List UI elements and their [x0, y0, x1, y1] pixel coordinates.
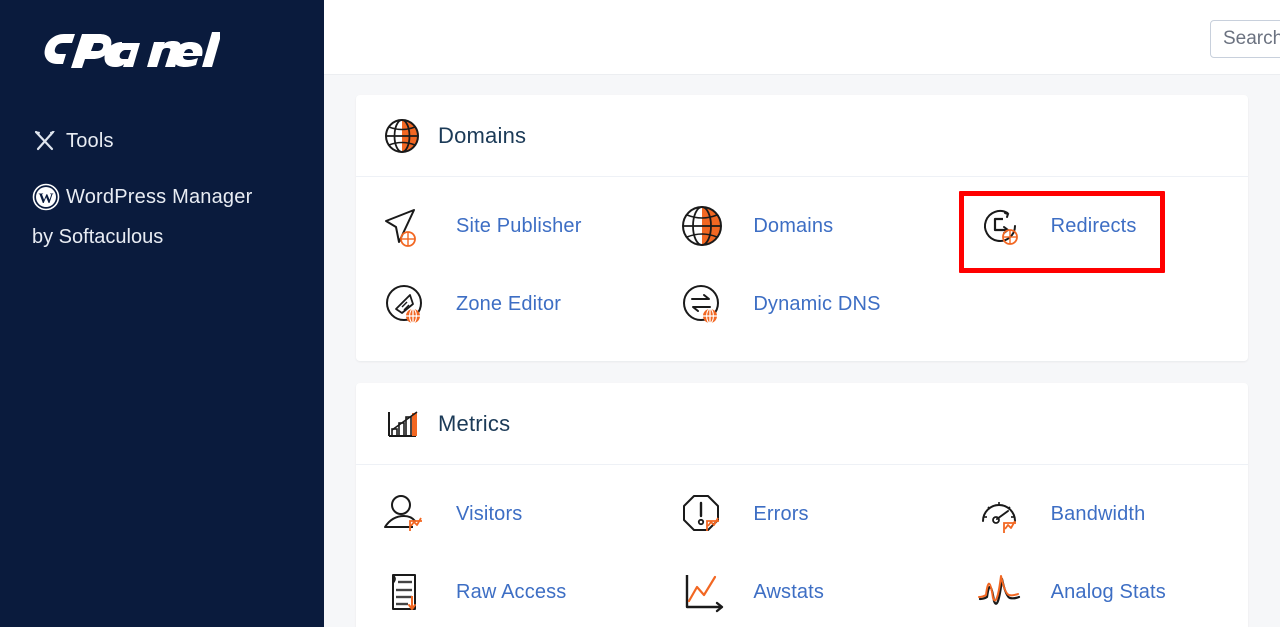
line-graph-icon: [677, 567, 753, 617]
wordpress-icon: W: [32, 183, 66, 211]
feature-raw-access[interactable]: Raw Access: [356, 553, 653, 627]
sidebar-item-sublabel-softaculous: by Softaculous: [32, 226, 164, 248]
topbar: [324, 0, 1280, 75]
gauge-chart-icon: [975, 489, 1051, 539]
sidebar-item-wordpress-manager[interactable]: W WordPress Manager: [0, 176, 324, 218]
waveform-icon: [975, 567, 1051, 617]
cpanel-logo[interactable]: [0, 0, 324, 96]
feature-visitors[interactable]: Visitors: [356, 475, 653, 553]
feature-domains[interactable]: Domains: [653, 187, 950, 265]
sidebar-item-label-wordpress: WordPress Manager: [66, 186, 253, 208]
panels-container: Domains Site Publisher Domains Redirects…: [324, 75, 1280, 627]
sidebar-item-label-tools: Tools: [66, 130, 114, 152]
sidebar-nav: Tools W WordPress Manager by Softaculous: [0, 96, 324, 252]
globe-globe-icon: [677, 201, 753, 251]
feature-label-domains[interactable]: Domains: [753, 215, 833, 238]
feature-site-publisher[interactable]: Site Publisher: [356, 187, 653, 265]
cursor-globe-icon: [380, 201, 456, 251]
search-input[interactable]: [1210, 20, 1280, 58]
sidebar-item-tools[interactable]: Tools: [0, 120, 324, 162]
feature-analog-stats[interactable]: Analog Stats: [951, 553, 1248, 627]
panel-title-domains: Domains: [438, 122, 527, 148]
visitor-person-chart-icon: [380, 489, 456, 539]
feature-label-zone-editor[interactable]: Zone Editor: [456, 293, 561, 316]
bar-chart-icon: [380, 402, 438, 446]
dynamic-dns-globe-icon: [677, 279, 753, 329]
panel-title-metrics: Metrics: [438, 410, 511, 436]
redirect-arrow-globe-icon: [975, 200, 1051, 252]
feature-bandwidth[interactable]: Bandwidth: [951, 475, 1248, 553]
feature-redirects[interactable]: Redirects: [951, 187, 1248, 273]
globe-icon: [380, 114, 438, 158]
panel-header-domains: Domains: [356, 95, 1248, 177]
panel-metrics: Metrics Visitors Errors Bandwidth Raw Ac…: [356, 383, 1248, 627]
feature-zone-editor[interactable]: Zone Editor: [356, 265, 653, 343]
feature-label-site-publisher[interactable]: Site Publisher: [456, 215, 582, 238]
search-container: [1210, 20, 1280, 58]
feature-label-dynamic-dns[interactable]: Dynamic DNS: [753, 293, 880, 316]
feature-awstats[interactable]: Awstats: [653, 553, 950, 627]
error-octagon-chart-icon: [677, 489, 753, 539]
panel-domains: Domains Site Publisher Domains Redirects…: [356, 95, 1248, 361]
feature-label-analog-stats[interactable]: Analog Stats: [1051, 581, 1166, 604]
feature-label-redirects[interactable]: Redirects: [1051, 215, 1137, 238]
tools-icon: [32, 128, 66, 154]
feature-label-awstats[interactable]: Awstats: [753, 581, 824, 604]
grid-domains: Site Publisher Domains Redirects Zone Ed…: [356, 177, 1248, 361]
main-content: Domains Site Publisher: [324, 0, 1280, 627]
svg-text:W: W: [39, 191, 54, 207]
panel-header-metrics: Metrics: [356, 383, 1248, 465]
feature-label-errors[interactable]: Errors: [753, 503, 808, 526]
sidebar: Tools W WordPress Manager by Softaculous: [0, 0, 324, 627]
feature-label-bandwidth[interactable]: Bandwidth: [1051, 503, 1146, 526]
grid-metrics: Visitors Errors Bandwidth Raw Access Aws…: [356, 465, 1248, 627]
feature-errors[interactable]: Errors: [653, 475, 950, 553]
feature-label-raw-access[interactable]: Raw Access: [456, 581, 566, 604]
feature-label-visitors[interactable]: Visitors: [456, 503, 522, 526]
cpanel-app: Tools W WordPress Manager by Softaculous: [0, 0, 1280, 627]
document-download-icon: [380, 567, 456, 617]
zone-editor-globe-icon: [380, 279, 456, 329]
feature-dynamic-dns[interactable]: Dynamic DNS: [653, 265, 950, 343]
